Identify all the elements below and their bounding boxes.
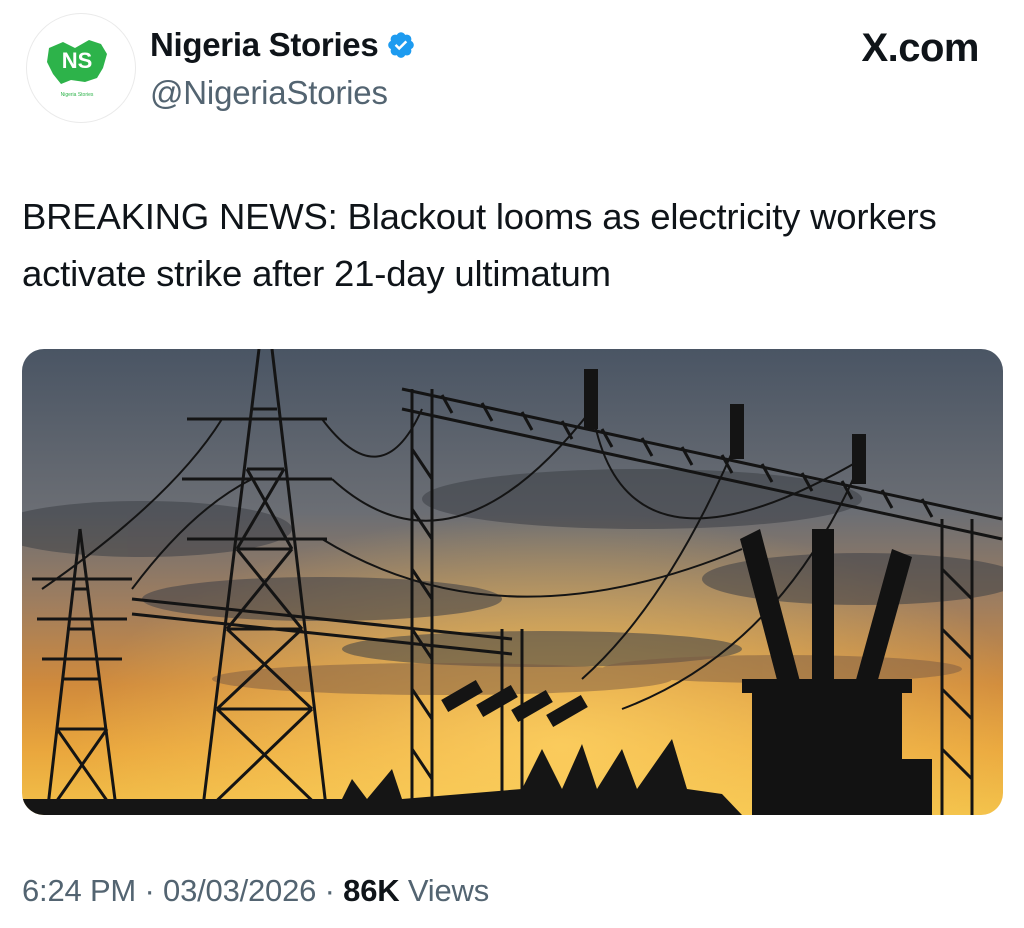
tweet-date[interactable]: 03/03/2026 [163,873,316,908]
tweet-media-image[interactable] [22,349,1003,815]
views-label[interactable]: Views [408,873,489,908]
tweet-time[interactable]: 6:24 PM [22,873,136,908]
author-name[interactable]: Nigeria Stories [150,26,379,64]
meta-separator: · [144,873,155,908]
author-handle[interactable]: @NigeriaStories [150,74,388,112]
nigeria-stories-logo: NS Nigeria Stories [47,40,107,98]
tweet-text: BREAKING NEWS: Blackout looms as electri… [22,196,937,294]
avatar-logo-subtext: Nigeria Stories [61,92,94,98]
verified-badge-icon [388,32,415,58]
meta-separator: · [324,873,335,908]
tweet-meta: 6:24 PM · 03/03/2026 · 86K Views [22,873,489,909]
avatar-logo-text: NS [62,48,93,73]
views-count[interactable]: 86K [343,873,399,908]
source-label: X.com [861,26,979,70]
avatar[interactable]: NS Nigeria Stories [26,13,136,123]
power-lines-photo [22,349,1003,815]
author-name-row: Nigeria Stories [150,26,416,64]
